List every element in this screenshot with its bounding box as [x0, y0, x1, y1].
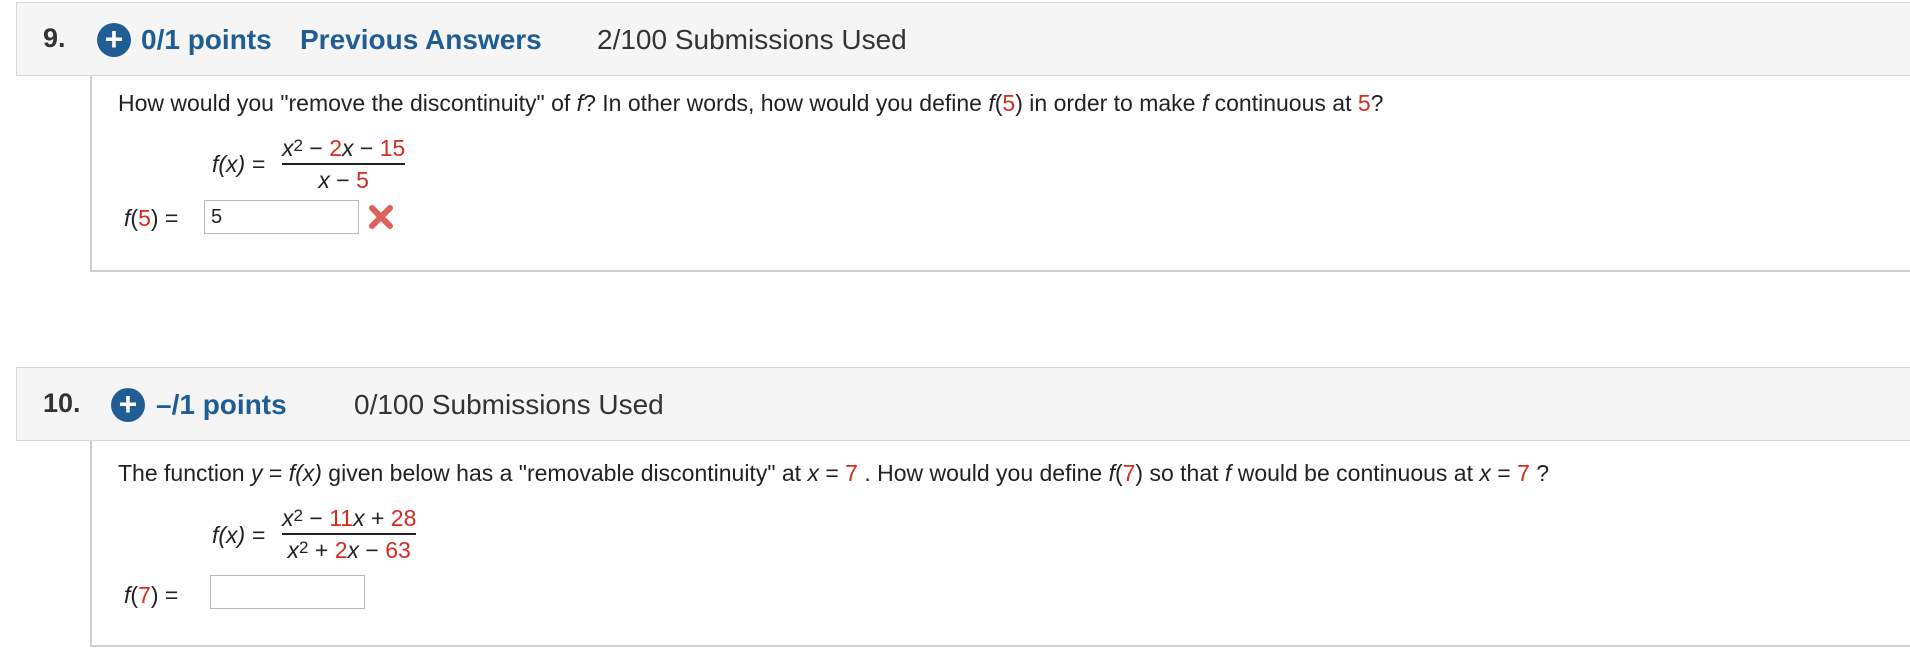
question-number: 10.: [43, 388, 81, 418]
fraction-numerator: x2 − 2x − 15: [282, 135, 406, 161]
question-10-body: The function y = f(x) given below has a …: [90, 441, 1910, 647]
function-formula: f(x) = x2 − 11x + 28 x2 + 2x − 63: [212, 504, 512, 570]
fraction: x2 − 11x + 28 x2 + 2x − 63: [282, 504, 417, 564]
submissions-used: 0/100 Submissions Used: [354, 389, 664, 420]
answer-label: f(5) =: [124, 205, 179, 231]
fraction-numerator: x2 − 11x + 28: [282, 505, 417, 531]
points-label: –/1 points: [156, 389, 287, 420]
formula-lhs: f(x) =: [212, 151, 266, 177]
answer-input[interactable]: [210, 575, 365, 609]
question-9-body: How would you "remove the discontinuity"…: [90, 76, 1910, 272]
fraction: x2 − 2x − 15 x − 5: [282, 134, 406, 194]
function-formula: f(x) = x2 − 2x − 15 x − 5: [212, 134, 472, 198]
answer-label: f(7) =: [124, 582, 179, 608]
question-prompt: The function y = f(x) given below has a …: [118, 460, 1550, 486]
question-prompt: How would you "remove the discontinuity"…: [118, 90, 1384, 116]
question-9-header: 9. + 0/1 points Previous Answers 2/100 S…: [16, 2, 1910, 76]
previous-answers-link[interactable]: Previous Answers: [300, 24, 542, 56]
submissions-used: 2/100 Submissions Used: [597, 24, 907, 55]
question-number: 9.: [43, 23, 66, 53]
answer-input[interactable]: [204, 200, 359, 234]
points-label: 0/1 points: [141, 24, 272, 55]
fraction-bar: [282, 533, 417, 535]
expand-plus-icon[interactable]: +: [111, 388, 145, 422]
fraction-denominator: x − 5: [318, 167, 369, 193]
x-mark-icon: [369, 205, 393, 229]
fraction-denominator: x2 + 2x − 63: [287, 537, 411, 563]
question-10-header: 10. + –/1 points 0/100 Submissions Used: [16, 367, 1910, 441]
expand-plus-icon[interactable]: +: [97, 23, 131, 57]
formula-lhs: f(x) =: [212, 522, 266, 548]
fraction-bar: [282, 163, 406, 165]
